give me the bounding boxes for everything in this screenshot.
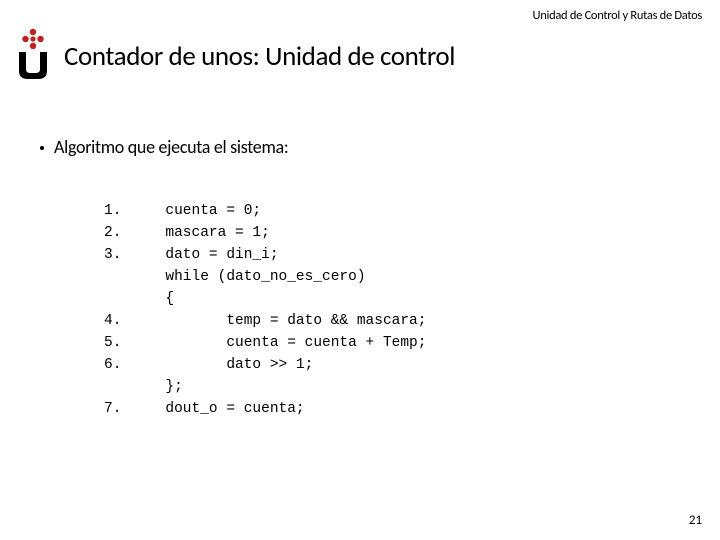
header-text: Unidad de Control y Rutas de Datos [533, 8, 702, 23]
code-line-numbers: 1. 2. 3. 4. 5. 6. 7. [104, 200, 121, 420]
bullet-text: Algoritmo que ejecuta el sistema: [54, 136, 288, 158]
bullet-row: Algoritmo que ejecuta el sistema: [40, 136, 288, 158]
bullet-icon [40, 146, 44, 150]
page-number: 21 [689, 513, 702, 528]
code-body: cuenta = 0; mascara = 1; dato = din_i; w… [165, 200, 426, 420]
logo-icon [14, 26, 52, 81]
code-block: 1. 2. 3. 4. 5. 6. 7. cuenta = 0; mascara… [104, 200, 426, 420]
slide-page: Unidad de Control y Rutas de Datos Conta… [0, 0, 720, 540]
logo-urjc [14, 26, 52, 81]
slide-title: Contador de unos: Unidad de control [64, 40, 455, 73]
